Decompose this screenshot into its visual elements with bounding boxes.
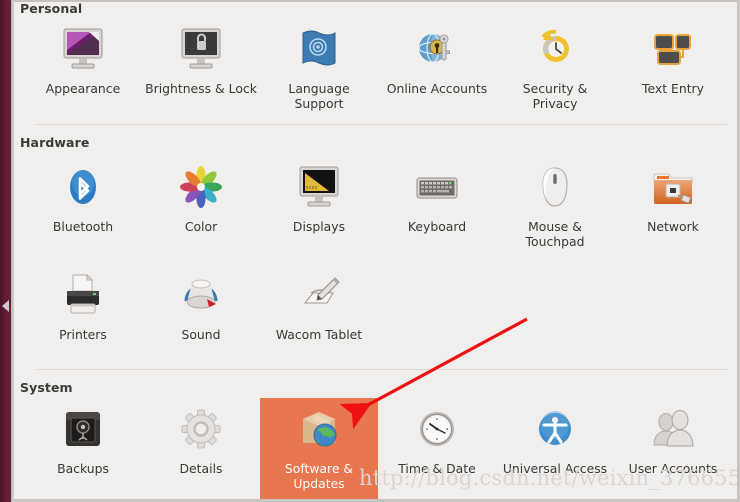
keyboard-icon (411, 162, 463, 214)
tile-language-support[interactable]: Language Support (260, 18, 378, 115)
tile-sound[interactable]: Sound (142, 264, 260, 346)
language-flag-icon (293, 24, 345, 76)
backups-safe-icon (57, 404, 109, 456)
online-accounts-globe-key-icon (411, 24, 463, 76)
section-divider (36, 369, 727, 370)
window-top-edge (14, 0, 740, 2)
tile-label: Mouse & Touchpad (525, 219, 585, 249)
tile-mouse-touchpad[interactable]: Mouse & Touchpad (496, 156, 614, 253)
tile-label: Bluetooth (52, 219, 114, 234)
appearance-monitor-icon (57, 24, 109, 76)
tile-security-privacy[interactable]: Security & Privacy (496, 18, 614, 115)
section-divider (36, 124, 727, 125)
security-privacy-clock-icon (529, 24, 581, 76)
tile-label: Sound (181, 327, 221, 342)
network-folder-icon (647, 162, 699, 214)
tile-label: Language Support (288, 81, 350, 111)
tile-label: Color (184, 219, 218, 234)
section-title-hardware: Hardware (20, 135, 90, 150)
tile-brightness-lock[interactable]: Brightness & Lock (142, 18, 260, 115)
text-entry-keys-icon (647, 24, 699, 76)
user-accounts-people-icon (647, 404, 699, 456)
tile-backups[interactable]: Backups (24, 398, 142, 499)
section-title-personal: Personal (20, 1, 83, 16)
system-settings-window: Personal Appearance Brightness & Lock La… (0, 0, 740, 502)
tile-label: Brightness & Lock (145, 81, 257, 96)
mouse-icon (529, 162, 581, 214)
launcher-edge (11, 0, 14, 502)
universal-access-icon (529, 404, 581, 456)
color-flower-icon (175, 162, 227, 214)
details-gear-icon (175, 404, 227, 456)
grid-hardware-row2: Printers Sound Wacom Tablet (24, 264, 737, 346)
printer-icon (57, 270, 109, 322)
software-updates-box-globe-icon (293, 404, 345, 456)
tile-keyboard[interactable]: Keyboard (378, 156, 496, 253)
displays-monitor-icon (293, 162, 345, 214)
tile-printers[interactable]: Printers (24, 264, 142, 346)
tile-label: Appearance (45, 81, 121, 96)
grid-hardware-row1: Bluetooth Color Displays Keyboard Mouse … (24, 156, 737, 253)
tile-label: Backups (57, 461, 109, 476)
section-title-system: System (20, 380, 73, 395)
tile-label: Displays (292, 219, 346, 234)
unity-launcher-strip (0, 0, 11, 502)
tile-wacom-tablet[interactable]: Wacom Tablet (260, 264, 378, 346)
tile-label: Wacom Tablet (275, 327, 363, 342)
tile-label: Details (179, 461, 223, 476)
tile-details[interactable]: Details (142, 398, 260, 499)
tile-online-accounts[interactable]: Online Accounts (378, 18, 496, 115)
tile-appearance[interactable]: Appearance (24, 18, 142, 115)
tile-label: Printers (59, 327, 107, 342)
tile-color[interactable]: Color (142, 156, 260, 253)
tile-label: Network (647, 219, 699, 234)
launcher-reveal-arrow-icon[interactable] (2, 300, 9, 312)
brightness-lock-icon (175, 24, 227, 76)
time-date-clock-icon (411, 404, 463, 456)
tile-label: Text Entry (642, 81, 704, 96)
tile-text-entry[interactable]: Text Entry (614, 18, 732, 115)
grid-personal: Appearance Brightness & Lock Language Su… (24, 18, 737, 115)
tile-label: Online Accounts (386, 81, 488, 96)
tile-bluetooth[interactable]: Bluetooth (24, 156, 142, 253)
settings-content-pane: Personal Appearance Brightness & Lock La… (14, 0, 737, 499)
tile-displays[interactable]: Displays (260, 156, 378, 253)
sound-speaker-icon (175, 270, 227, 322)
watermark-text: http://blog.csdn.net/weixin_37665559 (359, 466, 737, 490)
tile-label: Keyboard (407, 219, 467, 234)
tile-label: Security & Privacy (522, 81, 588, 111)
tile-network[interactable]: Network (614, 156, 732, 253)
bluetooth-icon (57, 162, 109, 214)
wacom-tablet-pen-icon (293, 270, 345, 322)
